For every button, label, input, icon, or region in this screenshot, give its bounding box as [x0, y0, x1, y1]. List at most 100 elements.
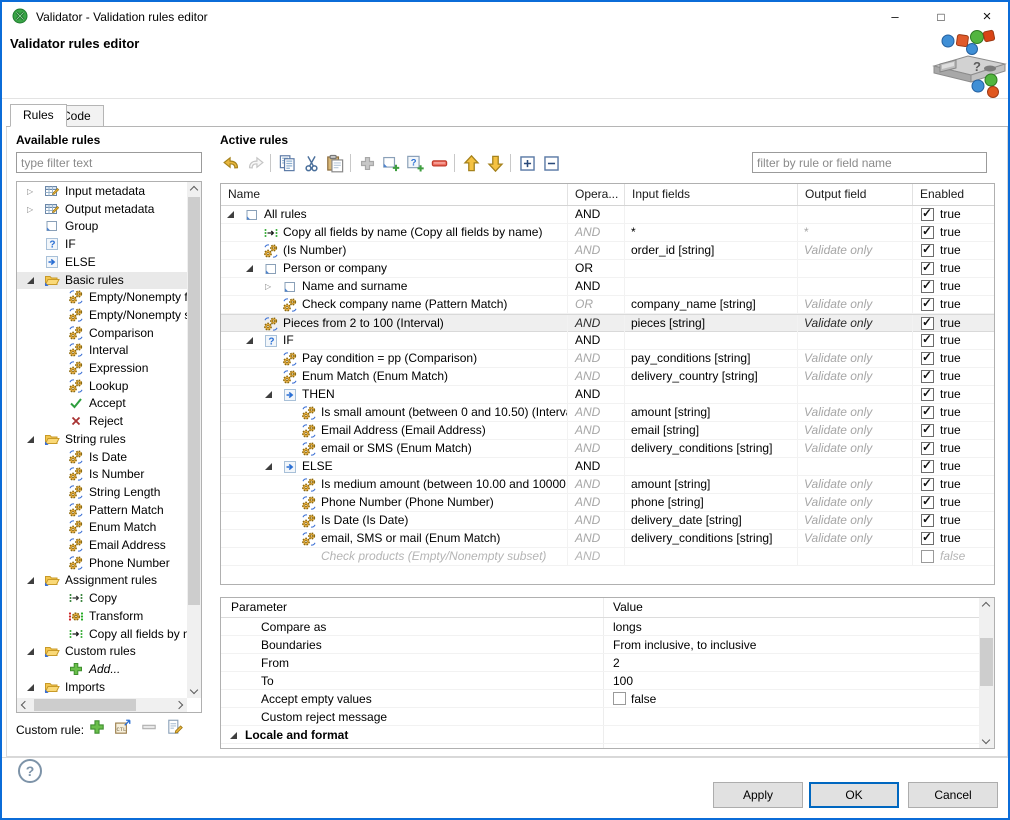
expander-expanded-icon[interactable] [227, 206, 241, 224]
expander-collapsed-icon[interactable]: ▷ [27, 201, 41, 218]
parameter-row-boundaries[interactable]: BoundariesFrom inclusive, to inclusive [221, 636, 979, 654]
parameter-value[interactable]: 100 [613, 672, 633, 690]
available-filter-input[interactable] [16, 152, 202, 173]
column-header-input-fields[interactable]: Input fields [625, 184, 798, 205]
tree-item-basic-rules[interactable]: Basic rules [17, 272, 187, 289]
toolbar-collapse-all-button[interactable] [540, 152, 562, 174]
parameter-row-compare-as[interactable]: Compare aslongs [221, 618, 979, 636]
rule-row-email-address-email-address[interactable]: Email Address (Email Address)ANDemail [s… [221, 422, 994, 440]
rule-row-check-company-name-pattern-match[interactable]: Check company name (Pattern Match)ORcomp… [221, 296, 994, 314]
parameter-value[interactable]: longs [613, 618, 642, 636]
checkbox-checked-icon[interactable]: ✓ [921, 442, 934, 455]
checkbox-checked-icon[interactable]: ✓ [921, 460, 934, 473]
parameter-value[interactable]: From inclusive, to inclusive [613, 636, 756, 654]
rule-row-is-number[interactable]: (Is Number)ANDorder_id [string]Validate … [221, 242, 994, 260]
rule-row-check-products-empty-nonempty-subset[interactable]: Check products (Empty/Nonempty subset)AN… [221, 548, 994, 566]
tree-hscrollbar[interactable] [17, 698, 187, 712]
expander-expanded-icon[interactable] [27, 643, 41, 661]
tree-item-transform[interactable]: Transform [17, 608, 187, 625]
toolbar-expand-all-button[interactable] [516, 152, 538, 174]
ok-button[interactable]: OK [809, 782, 899, 808]
checkbox-checked-icon[interactable]: ✓ [921, 478, 934, 491]
tree-scroll-up-icon[interactable] [187, 182, 201, 196]
rule-row-else[interactable]: ELSEAND✓true [221, 458, 994, 476]
column-header-enabled[interactable]: Enabled [913, 184, 994, 205]
tree-item-output-metadata[interactable]: ▷Output metadata [17, 201, 187, 218]
tree-scroll-right-icon[interactable] [173, 698, 187, 712]
tree-vscrollbar[interactable] [187, 182, 201, 698]
toolbar-move-down-button[interactable] [484, 152, 506, 174]
tree-scroll-left-icon[interactable] [17, 698, 31, 712]
parameters-scroll-up-icon[interactable] [979, 598, 993, 612]
add-custom-button[interactable] [88, 718, 110, 740]
parameters-vscroll-thumb[interactable] [980, 638, 993, 686]
checkbox-checked-icon[interactable]: ✓ [921, 388, 934, 401]
toolbar-move-up-button[interactable] [460, 152, 482, 174]
tree-item-empty-nonempty-s[interactable]: Empty/Nonempty s [17, 307, 187, 324]
active-filter-input[interactable] [752, 152, 987, 173]
tree-item-email-address[interactable]: Email Address [17, 537, 187, 554]
tree-item-imports[interactable]: Imports [17, 679, 187, 696]
parameter-row-locale-and-format[interactable]: Locale and format [221, 726, 979, 744]
parameters-vscrollbar[interactable] [979, 598, 994, 748]
tree-item-custom-rules[interactable]: Custom rules [17, 643, 187, 660]
remove-custom-button[interactable] [140, 718, 162, 740]
parameter-value[interactable]: 2 [613, 654, 620, 672]
expander-collapsed-icon[interactable]: ▷ [265, 278, 279, 296]
tree-item-enum-match[interactable]: Enum Match [17, 519, 187, 536]
tab-rules[interactable]: Rules [10, 104, 67, 127]
parameter-value[interactable]: false [613, 690, 656, 708]
rule-row-person-or-company[interactable]: Person or companyOR✓true [221, 260, 994, 278]
tree-item-empty-nonempty-f[interactable]: Empty/Nonempty f [17, 289, 187, 306]
checkbox-checked-icon[interactable]: ✓ [921, 226, 934, 239]
checkbox-checked-icon[interactable]: ✓ [921, 406, 934, 419]
tree-item-assignment-rules[interactable]: Assignment rules [17, 572, 187, 589]
checkbox-checked-icon[interactable]: ✓ [921, 334, 934, 347]
tree-item-if[interactable]: ?IF [17, 236, 187, 253]
tree-item-string-length[interactable]: String Length [17, 484, 187, 501]
toolbar-remove-button[interactable] [428, 152, 450, 174]
rule-row-all-rules[interactable]: All rulesAND✓true [221, 206, 994, 224]
tree-item-is-date[interactable]: Is Date [17, 449, 187, 466]
tree-scroll-down-icon[interactable] [187, 684, 201, 698]
toolbar-copy-button[interactable] [276, 152, 298, 174]
expander-collapsed-icon[interactable]: ▷ [27, 183, 41, 200]
rule-row-is-medium-amount-between-10-00-and-10000-0[interactable]: Is medium amount (between 10.00 and 1000… [221, 476, 994, 494]
apply-button[interactable]: Apply [713, 782, 803, 808]
checkbox-checked-icon[interactable]: ✓ [921, 317, 934, 330]
tree-item-accept[interactable]: Accept [17, 395, 187, 412]
parameter-row-accept-empty-values[interactable]: Accept empty valuesfalse [221, 690, 979, 708]
rule-row-then[interactable]: THENAND✓true [221, 386, 994, 404]
tree-item-copy-all-fields-by-na[interactable]: Copy all fields by na [17, 626, 187, 643]
parameter-row-to[interactable]: To100 [221, 672, 979, 690]
tree-item-copy[interactable]: Copy [17, 590, 187, 607]
rule-row-pay-condition-pp-comparison[interactable]: Pay condition = pp (Comparison)ANDpay_co… [221, 350, 994, 368]
tree-item-comparison[interactable]: Comparison [17, 325, 187, 342]
rule-row-pieces-from-2-to-100-interval[interactable]: Pieces from 2 to 100 (Interval)ANDpieces… [221, 314, 994, 332]
toolbar-add-group-button[interactable] [380, 152, 402, 174]
expander-expanded-icon[interactable] [27, 272, 41, 290]
rule-row-is-small-amount-between-0-and-10-50-interva[interactable]: Is small amount (between 0 and 10.50) (I… [221, 404, 994, 422]
expander-expanded-icon[interactable] [230, 732, 237, 739]
checkbox-unchecked-icon[interactable] [613, 692, 626, 705]
parameters-scroll-down-icon[interactable] [979, 734, 993, 748]
tree-item-phone-number[interactable]: Phone Number [17, 555, 187, 572]
rename-custom-button[interactable] [166, 718, 188, 740]
tree-item-else[interactable]: ELSE [17, 254, 187, 271]
toolbar-paste-button[interactable] [324, 152, 346, 174]
tree-item-string-rules[interactable]: String rules [17, 431, 187, 448]
checkbox-checked-icon[interactable]: ✓ [921, 280, 934, 293]
rule-row-name-and-surname[interactable]: ▷Name and surnameAND✓true [221, 278, 994, 296]
tree-item-add[interactable]: Add... [17, 661, 187, 678]
rule-row-email-sms-or-mail-enum-match[interactable]: email, SMS or mail (Enum Match)ANDdelive… [221, 530, 994, 548]
expander-expanded-icon[interactable] [246, 260, 260, 278]
expander-expanded-icon[interactable] [265, 386, 279, 404]
toolbar-add-condition-button[interactable]: ? [404, 152, 426, 174]
tree-item-lookup[interactable]: Lookup [17, 378, 187, 395]
column-header-output-field[interactable]: Output field [798, 184, 913, 205]
title-bar[interactable]: Validator - Validation rules editor – □ … [2, 2, 1008, 32]
checkbox-checked-icon[interactable]: ✓ [921, 208, 934, 221]
add-ctl-button[interactable]: CTL [114, 718, 136, 740]
checkbox-checked-icon[interactable]: ✓ [921, 370, 934, 383]
rule-row-is-date-is-date[interactable]: Is Date (Is Date)ANDdelivery_date [strin… [221, 512, 994, 530]
